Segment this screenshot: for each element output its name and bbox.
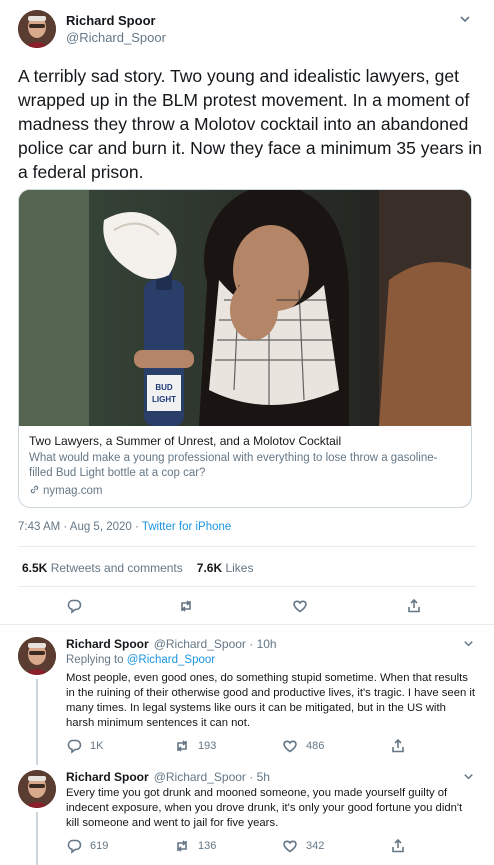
link-card[interactable]: BUD LIGHT Two Lawyers, a Summer of Unres… <box>18 189 472 508</box>
retweet-button[interactable]: 136 <box>174 838 216 854</box>
reply-author-handle[interactable]: @Richard_Spoor · 5h <box>154 770 270 784</box>
retweet-icon <box>181 600 191 612</box>
replying-to: Replying to @Richard_Spoor <box>66 654 215 666</box>
reply-avatar[interactable] <box>18 770 56 808</box>
share-button[interactable] <box>390 838 406 854</box>
share-button[interactable] <box>390 738 406 754</box>
tweet-source[interactable]: Twitter for iPhone <box>142 521 231 533</box>
reply-author-handle[interactable]: @Richard_Spoor · 10h <box>154 637 277 651</box>
heart-icon <box>283 840 297 853</box>
svg-text:LIGHT: LIGHT <box>152 395 176 404</box>
card-domain: nymag.com <box>43 485 103 497</box>
retweet-icon <box>177 740 187 752</box>
reply-button[interactable]: 1K <box>66 738 103 754</box>
tweet-stats: 6.5K Retweets and comments 7.6K Likes <box>22 561 253 575</box>
card-description: What would make a young professional wit… <box>29 452 438 479</box>
retweets-count: 6.5K <box>22 561 48 575</box>
chevron-down-icon[interactable] <box>458 12 472 29</box>
comment-icon <box>67 599 82 614</box>
divider <box>18 546 476 547</box>
reply-text: Every time you got drunk and mooned some… <box>66 787 463 829</box>
reply-header: Richard Spoor @Richard_Spoor · 10h <box>66 637 277 651</box>
card-image: BUD LIGHT <box>19 190 471 426</box>
chevron-down-icon[interactable] <box>462 637 475 653</box>
tweet-timestamp-row: 7:43 AM · Aug 5, 2020 · Twitter for iPho… <box>18 521 231 533</box>
share-icon <box>392 838 404 853</box>
thread-line <box>36 812 38 865</box>
share-icon <box>408 598 420 613</box>
retweets-label: Retweets and comments <box>50 561 183 575</box>
divider <box>18 586 476 587</box>
share-icon <box>392 738 404 753</box>
comment-icon <box>67 839 82 854</box>
like-count: 342 <box>306 840 325 852</box>
share-button[interactable] <box>406 598 422 614</box>
reply-button[interactable]: 619 <box>66 838 108 854</box>
link-icon <box>29 484 40 498</box>
heart-icon <box>283 740 297 753</box>
replying-prefix: Replying to <box>66 654 127 666</box>
reply-author-name[interactable]: Richard Spoor <box>66 770 149 784</box>
retweets-stat[interactable]: 6.5K Retweets and comments <box>22 561 183 575</box>
reply-text: Most people, even good ones, do somethin… <box>66 672 476 729</box>
reply-count: 1K <box>90 740 104 752</box>
reply-button[interactable] <box>66 598 82 614</box>
chevron-down-icon[interactable] <box>462 770 475 786</box>
likes-count: 7.6K <box>196 561 223 575</box>
comment-icon <box>67 739 82 754</box>
card-domain-row: nymag.com <box>29 484 461 498</box>
retweet-icon <box>177 840 187 852</box>
like-button[interactable]: 486 <box>282 738 324 754</box>
likes-stat[interactable]: 7.6K Likes <box>197 561 254 575</box>
tweet-timestamp[interactable]: 7:43 AM · Aug 5, 2020 · <box>18 521 142 533</box>
author-handle[interactable]: @Richard_Spoor <box>66 30 166 45</box>
retweet-button[interactable] <box>178 598 194 614</box>
svg-text:BUD: BUD <box>155 383 173 392</box>
likes-label: Likes <box>225 561 254 575</box>
retweet-count: 136 <box>198 840 217 852</box>
reply-count: 619 <box>90 840 109 852</box>
tweet-text: A terribly sad story. Two young and idea… <box>18 66 482 182</box>
like-button[interactable]: 342 <box>282 838 324 854</box>
reply-author-name[interactable]: Richard Spoor <box>66 637 149 651</box>
divider <box>0 624 494 625</box>
author-avatar[interactable] <box>18 10 56 48</box>
author-name[interactable]: Richard Spoor <box>66 13 156 28</box>
reply-header: Richard Spoor @Richard_Spoor · 5h <box>66 770 270 784</box>
like-button[interactable] <box>292 598 308 614</box>
card-title[interactable]: Two Lawyers, a Summer of Unrest, and a M… <box>29 434 461 448</box>
thread-line <box>36 679 38 765</box>
retweet-count: 193 <box>198 740 217 752</box>
like-count: 486 <box>306 740 325 752</box>
reply-avatar[interactable] <box>18 637 56 675</box>
replying-to-handle[interactable]: @Richard_Spoor <box>127 654 215 666</box>
heart-icon <box>293 600 307 613</box>
retweet-button[interactable]: 193 <box>174 738 216 754</box>
